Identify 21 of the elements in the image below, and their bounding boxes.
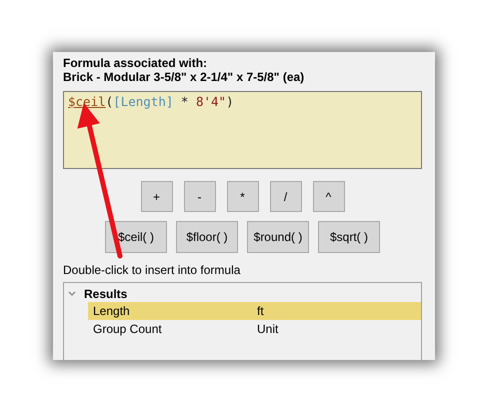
- function-button[interactable]: $round( ): [247, 221, 309, 253]
- formula-editor[interactable]: $ceil([Length] * 8'4"): [63, 91, 422, 169]
- result-unit: Unit: [257, 322, 280, 336]
- operator-button[interactable]: +: [140, 181, 172, 212]
- group-header[interactable]: Results: [84, 286, 128, 300]
- formula-label: Formula associated with:: [63, 56, 208, 70]
- result-row[interactable]: Length ft: [88, 302, 421, 320]
- function-button[interactable]: $sqrt( ): [318, 221, 380, 253]
- operator-button[interactable]: -: [184, 181, 216, 212]
- result-unit: ft: [257, 304, 265, 318]
- result-row[interactable]: Group Count Unit: [88, 320, 421, 338]
- function-button[interactable]: $ceil( ): [105, 221, 167, 253]
- chevron-icon[interactable]: [68, 290, 76, 296]
- item-name: Brick - Modular 3-5/8" x 2-1/4" x 7-5/8" (ea): [63, 70, 306, 84]
- result-name: Length: [93, 304, 131, 318]
- hint-text: Double-click to insert into formula: [63, 263, 242, 278]
- function-button[interactable]: $floor( ): [176, 221, 238, 253]
- operator-button[interactable]: /: [270, 181, 302, 212]
- result-name: Group Count: [93, 322, 163, 336]
- operator-button[interactable]: *: [226, 181, 258, 212]
- operator-button[interactable]: ^: [312, 181, 344, 212]
